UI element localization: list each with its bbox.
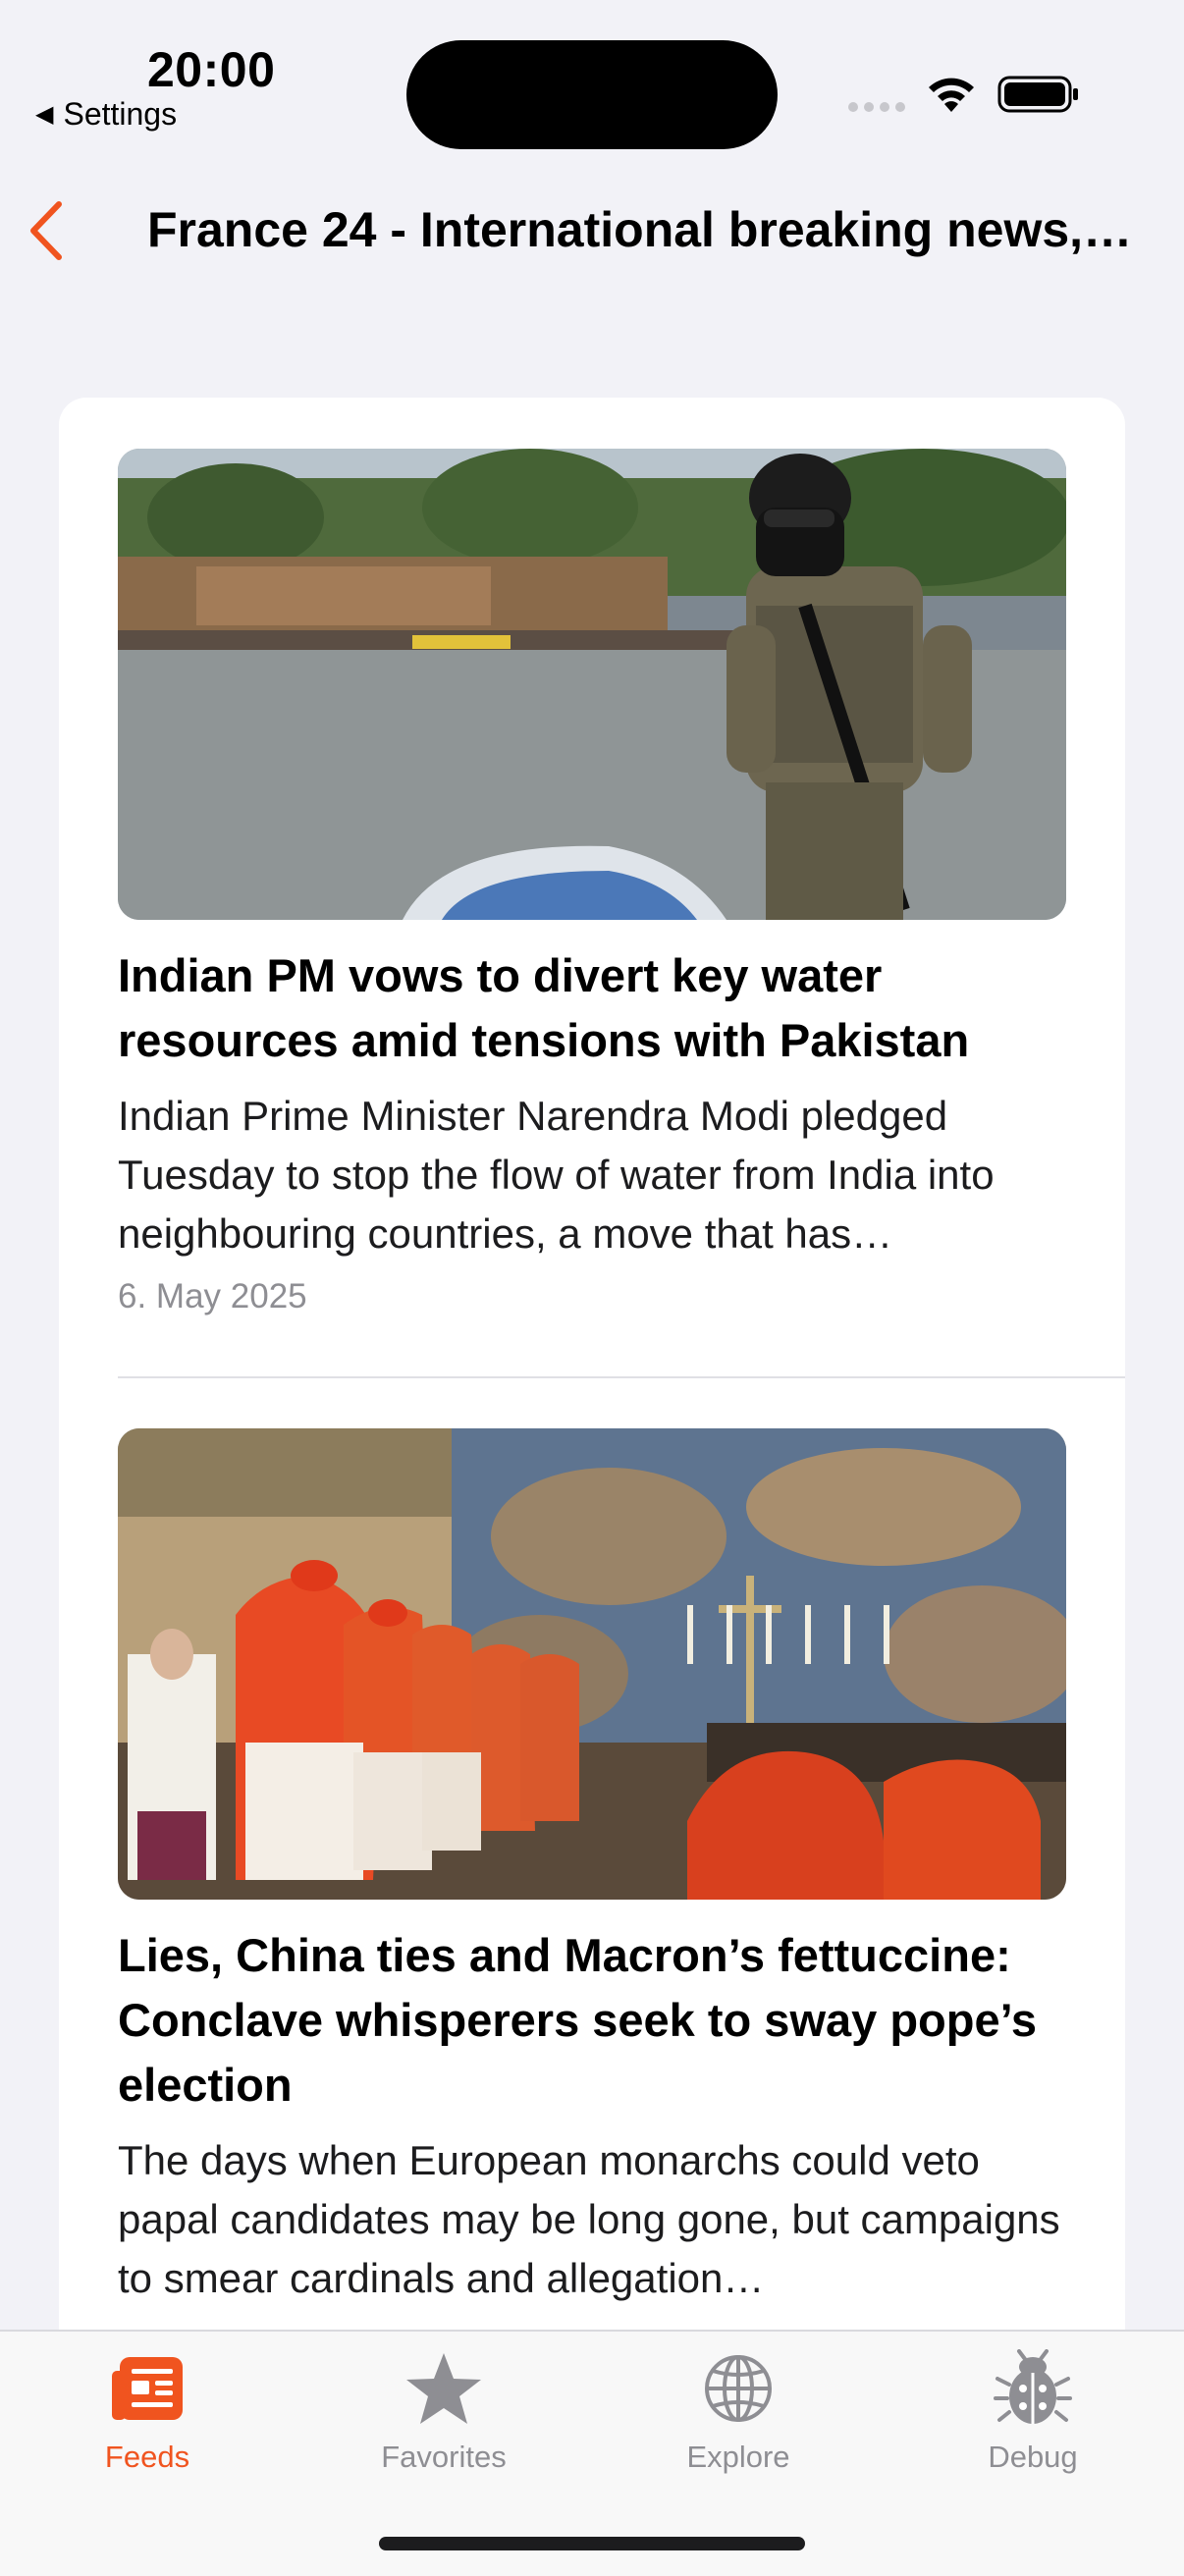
battery-icon xyxy=(997,76,1078,113)
home-indicator[interactable] xyxy=(379,2537,805,2550)
cellular-signal-icon xyxy=(848,102,905,112)
bug-icon xyxy=(994,2349,1072,2424)
tab-label: Debug xyxy=(988,2440,1078,2474)
article-thumbnail xyxy=(118,1428,1066,1900)
back-to-app-link[interactable]: ◀ Settings xyxy=(35,96,177,133)
back-triangle-icon: ◀ xyxy=(35,101,54,128)
wifi-icon xyxy=(929,78,974,112)
tab-feeds[interactable]: Feeds xyxy=(0,2332,295,2498)
star-icon xyxy=(406,2353,481,2424)
article-item[interactable]: Indian PM vows to divert key water resou… xyxy=(118,449,1066,1316)
article-headline: Lies, China ties and Macron’s fettuccine… xyxy=(118,1929,1038,2111)
nav-back-button[interactable] xyxy=(22,196,71,265)
tab-label: Feeds xyxy=(104,2440,190,2474)
page-title: France 24 - International breaking news,… xyxy=(147,202,1139,257)
tab-label: Favorites xyxy=(381,2440,507,2474)
tab-label: Explore xyxy=(686,2440,790,2474)
article-date: 6. May 2025 xyxy=(118,1277,307,1315)
back-to-app-label: Settings xyxy=(63,96,178,132)
tab-favorites[interactable]: Favorites xyxy=(296,2332,591,2498)
chevron-left-icon xyxy=(30,201,62,260)
article-thumbnail xyxy=(118,449,1066,920)
article-summary: Indian Prime Minister Narendra Modi pled… xyxy=(118,1093,995,1257)
tab-debug[interactable]: Debug xyxy=(886,2332,1180,2498)
article-headline: Indian PM vows to divert key water resou… xyxy=(118,949,970,1066)
article-item[interactable]: Lies, China ties and Macron’s fettuccine… xyxy=(118,1428,1066,2308)
dynamic-island xyxy=(406,40,778,149)
status-time: 20:00 xyxy=(147,42,276,97)
article-summary: The days when European monarchs could ve… xyxy=(118,2137,1060,2301)
articles-card: Indian PM vows to divert key water resou… xyxy=(59,398,1125,2361)
tab-explore[interactable]: Explore xyxy=(591,2332,886,2498)
newspaper-icon xyxy=(112,2357,183,2420)
globe-icon xyxy=(705,2355,772,2422)
article-separator xyxy=(118,1376,1125,1378)
